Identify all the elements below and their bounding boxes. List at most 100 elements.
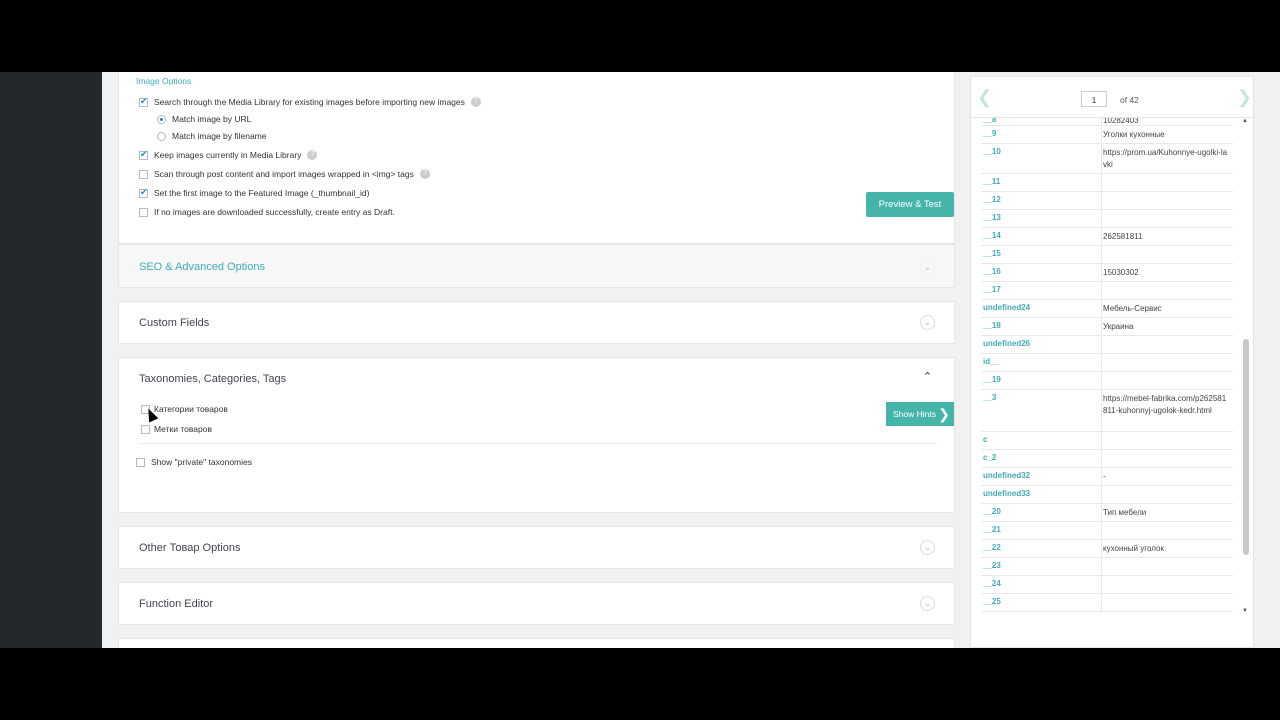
field-value: https://mebel-fabrika.com/p262581811-kuh…	[1103, 394, 1227, 415]
field-key[interactable]: __11	[983, 177, 1000, 186]
column-divider	[1101, 540, 1102, 558]
chevron-down-icon[interactable]: ⌄	[920, 596, 935, 611]
private-taxonomies-option[interactable]: Show "private" taxonomies	[136, 457, 252, 467]
match-url-option[interactable]: Match image by URL	[157, 114, 251, 124]
field-key[interactable]: __20	[983, 507, 1001, 516]
help-icon[interactable]: ?	[470, 97, 481, 107]
column-divider	[1101, 486, 1102, 504]
field-key[interactable]: c_2	[983, 453, 996, 462]
field-key[interactable]: undefined24	[983, 303, 1030, 312]
featured-image-checkbox[interactable]	[139, 187, 148, 198]
column-divider	[1101, 228, 1102, 246]
column-divider	[1101, 354, 1102, 372]
field-key[interactable]: __24	[983, 579, 1001, 588]
field-key[interactable]: __13	[983, 213, 1001, 222]
scrollbar-thumb[interactable]	[1243, 339, 1249, 555]
table-row: __16 15030302	[981, 264, 1233, 282]
field-value: Мебель-Сервис	[1103, 304, 1162, 313]
column-divider	[1101, 300, 1102, 318]
other-options-section[interactable]: Other Товар Options ⌄	[118, 526, 955, 569]
table-row: __18 Украина	[981, 318, 1233, 336]
show-hints-button[interactable]: Show Hints ❯	[886, 402, 954, 426]
scroll-down-icon[interactable]: ▼	[1242, 608, 1248, 614]
column-divider	[1101, 210, 1102, 228]
column-divider	[1101, 126, 1102, 144]
chevron-left-icon[interactable]: ❮	[977, 87, 992, 108]
field-value: Тип мебели	[1103, 508, 1147, 517]
show-hints-label: Show Hints	[893, 409, 936, 419]
draft-label: If no images are downloaded successfully…	[154, 207, 395, 217]
field-key[interactable]: __22	[983, 543, 1001, 552]
private-taxonomies-checkbox[interactable]	[136, 457, 145, 467]
page-count: of 42	[1120, 95, 1139, 105]
column-divider	[1101, 576, 1102, 594]
taxonomies-title[interactable]: Taxonomies, Categories, Tags	[139, 373, 286, 385]
custom-fields-section[interactable]: Custom Fields ⌄	[118, 301, 955, 344]
field-key[interactable]: __25	[983, 597, 1001, 606]
table-row: __14 262581811	[981, 228, 1233, 246]
table-row: c	[981, 432, 1233, 450]
field-key[interactable]: __21	[983, 525, 1001, 534]
field-value: 262581811	[1103, 232, 1143, 241]
product-tags-option[interactable]: Метки товаров	[141, 424, 212, 434]
help-icon[interactable]: ?	[307, 150, 318, 160]
draft-option[interactable]: If no images are downloaded successfully…	[139, 207, 395, 217]
chevron-right-icon[interactable]: ❯	[1237, 87, 1252, 108]
chevron-down-icon[interactable]: ⌄	[920, 260, 935, 275]
field-key[interactable]: undefined26	[983, 339, 1030, 348]
field-key[interactable]: __8	[983, 118, 996, 124]
match-url-radio[interactable]	[157, 114, 166, 124]
search-media-checkbox[interactable]	[139, 96, 148, 107]
function-editor-section[interactable]: Function Editor ⌄	[118, 582, 955, 625]
page-number-input[interactable]: 1	[1081, 91, 1107, 107]
table-row: __12	[981, 192, 1233, 210]
seo-section[interactable]: SEO & Advanced Options ⌄	[118, 244, 955, 288]
chevron-down-icon[interactable]: ⌄	[920, 540, 935, 555]
field-key[interactable]: id__	[983, 357, 999, 366]
other-options-title: Other Товар Options	[139, 542, 241, 554]
chevron-up-icon[interactable]: ⌃	[920, 371, 935, 386]
field-key[interactable]: __15	[983, 249, 1001, 258]
scan-content-option[interactable]: Scan through post content and import ima…	[139, 169, 430, 179]
field-value: 15030302	[1103, 268, 1139, 277]
field-key[interactable]: undefined32	[983, 471, 1030, 480]
featured-image-option[interactable]: Set the first image to the Featured Imag…	[139, 187, 369, 198]
field-key[interactable]: __18	[983, 321, 1001, 330]
product-tags-checkbox[interactable]	[141, 424, 150, 434]
table-row: __19	[981, 372, 1233, 390]
preview-test-button[interactable]: Preview & Test	[866, 192, 954, 217]
scan-content-checkbox[interactable]	[139, 169, 148, 179]
field-key[interactable]: __12	[983, 195, 1001, 204]
draft-checkbox[interactable]	[139, 207, 148, 217]
help-icon[interactable]: ?	[419, 169, 430, 179]
field-key[interactable]: c	[983, 435, 987, 444]
field-key[interactable]: __17	[983, 285, 1001, 294]
field-key[interactable]: __16	[983, 267, 1001, 276]
field-key[interactable]: __19	[983, 375, 1001, 384]
table-row: __25	[981, 594, 1233, 612]
keep-images-option[interactable]: Keep images currently in Media Library ?	[139, 149, 318, 160]
column-divider	[1101, 118, 1102, 126]
field-value: Уголки кухонные	[1103, 130, 1165, 139]
column-divider	[1101, 336, 1102, 354]
field-key[interactable]: __14	[983, 231, 1001, 240]
match-filename-radio[interactable]	[157, 131, 166, 141]
field-key[interactable]: undefined33	[983, 489, 1030, 498]
field-key[interactable]: __3	[983, 393, 996, 402]
field-key[interactable]: __9	[983, 129, 996, 138]
search-media-option[interactable]: Search through the Media Library for exi…	[139, 96, 481, 107]
table-row: __17	[981, 282, 1233, 300]
field-value: кухонный уголок	[1103, 544, 1164, 553]
table-row: __22 кухонный уголок	[981, 540, 1233, 558]
field-value: https://prom.ua/Kuhonnye-ugolki-lavki	[1103, 148, 1228, 169]
table-row: undefined26	[981, 336, 1233, 354]
field-value: Украина	[1103, 322, 1134, 331]
scan-content-label: Scan through post content and import ima…	[154, 169, 414, 179]
scroll-up-icon[interactable]: ▲	[1242, 118, 1248, 124]
keep-images-checkbox[interactable]	[139, 149, 148, 160]
match-url-label: Match image by URL	[172, 114, 252, 124]
field-key[interactable]: __10	[983, 147, 1001, 156]
match-filename-option[interactable]: Match image by filename	[157, 131, 267, 141]
chevron-down-icon[interactable]: ⌄	[920, 315, 935, 330]
field-key[interactable]: __23	[983, 561, 1001, 570]
